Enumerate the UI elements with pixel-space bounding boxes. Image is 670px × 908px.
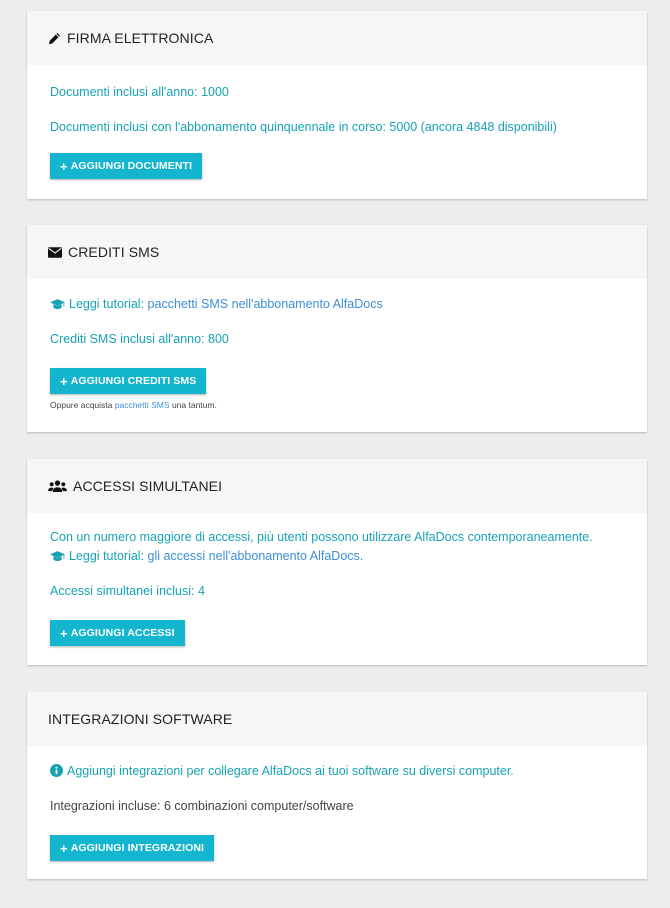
accessi-included-text: Accessi simultanei inclusi: 4: [50, 584, 205, 598]
pacchetti-sms-link[interactable]: pacchetti SMS: [115, 400, 170, 410]
aggiungi-accessi-button[interactable]: + AGGIUNGI ACCESSI: [50, 620, 185, 646]
note-prefix: Oppure acquista: [50, 400, 113, 410]
note-suffix: una tantum.: [171, 400, 217, 410]
panel-header: ACCESSI SIMULTANEI: [27, 459, 647, 513]
accessi-tutorial-line: Leggi tutorial: gli accessi nell'abbonam…: [50, 547, 363, 568]
sms-credits-text: Crediti SMS inclusi all'anno: 800: [50, 332, 229, 346]
panel-header: CREDITI SMS: [27, 225, 647, 279]
sms-tutorial-line: Leggi tutorial: pacchetti SMS nell'abbon…: [50, 295, 383, 316]
plus-icon: +: [60, 625, 68, 641]
sms-tutorial-link[interactable]: pacchetti SMS nell'abbonamento AlfaDocs: [148, 297, 383, 311]
panel-header: FIRMA ELETTRONICA: [27, 11, 647, 65]
pencil-icon: [48, 32, 61, 45]
panel-title: CREDITI SMS: [68, 244, 160, 260]
tutorial-suffix: .: [359, 549, 364, 563]
integrazioni-included-text: Integrazioni incluse: 6 combinazioni com…: [50, 799, 354, 813]
docs-subscription-text: Documenti inclusi con l'abbonamento quin…: [50, 120, 557, 134]
panel-header: INTEGRAZIONI SOFTWARE: [27, 692, 647, 746]
button-label: AGGIUNGI ACCESSI: [70, 627, 175, 639]
aggiungi-documenti-button[interactable]: + AGGIUNGI DOCUMENTI: [50, 153, 203, 179]
crediti-sms-panel: CREDITI SMS Leggi tutorial: pacchetti SM…: [27, 225, 647, 432]
tutorial-prefix: Leggi tutorial:: [69, 297, 145, 311]
plus-icon: +: [60, 373, 68, 389]
docs-year-text: Documenti inclusi all'anno: 1000: [50, 85, 229, 99]
tutorial-prefix: Leggi tutorial:: [69, 549, 145, 563]
sms-note: Oppure acquista pacchetti SMS una tantum…: [50, 400, 217, 410]
panel-title: FIRMA ELETTRONICA: [67, 30, 214, 46]
plus-icon: +: [60, 840, 68, 856]
button-label: AGGIUNGI INTEGRAZIONI: [70, 842, 205, 854]
graduation-cap-icon: [50, 549, 65, 568]
integrazioni-software-panel: INTEGRAZIONI SOFTWARE Aggiungi integrazi…: [27, 692, 647, 879]
aggiungi-crediti-sms-button[interactable]: + AGGIUNGI CREDITI SMS: [50, 368, 207, 394]
firma-elettronica-panel: FIRMA ELETTRONICA Documenti inclusi all'…: [27, 11, 647, 199]
panel-title: INTEGRAZIONI SOFTWARE: [48, 711, 233, 727]
users-icon: [48, 480, 67, 492]
panel-title: ACCESSI SIMULTANEI: [73, 478, 223, 494]
envelope-icon: [48, 246, 62, 258]
plus-icon: +: [60, 158, 68, 174]
accessi-simultanei-panel: ACCESSI SIMULTANEI Con un numero maggior…: [27, 459, 647, 665]
info-circle-icon: [50, 764, 63, 783]
info-text: Aggiungi integrazioni per collegare Alfa…: [67, 764, 514, 778]
button-label: AGGIUNGI CREDITI SMS: [70, 375, 197, 387]
accessi-description: Con un numero maggiore di accessi, più u…: [50, 530, 593, 544]
integrazioni-info-line: Aggiungi integrazioni per collegare Alfa…: [50, 762, 514, 783]
aggiungi-integrazioni-button[interactable]: + AGGIUNGI INTEGRAZIONI: [50, 835, 215, 861]
accessi-tutorial-link[interactable]: gli accessi nell'abbonamento AlfaDocs: [148, 549, 360, 563]
button-label: AGGIUNGI DOCUMENTI: [70, 160, 193, 172]
graduation-cap-icon: [50, 297, 65, 316]
